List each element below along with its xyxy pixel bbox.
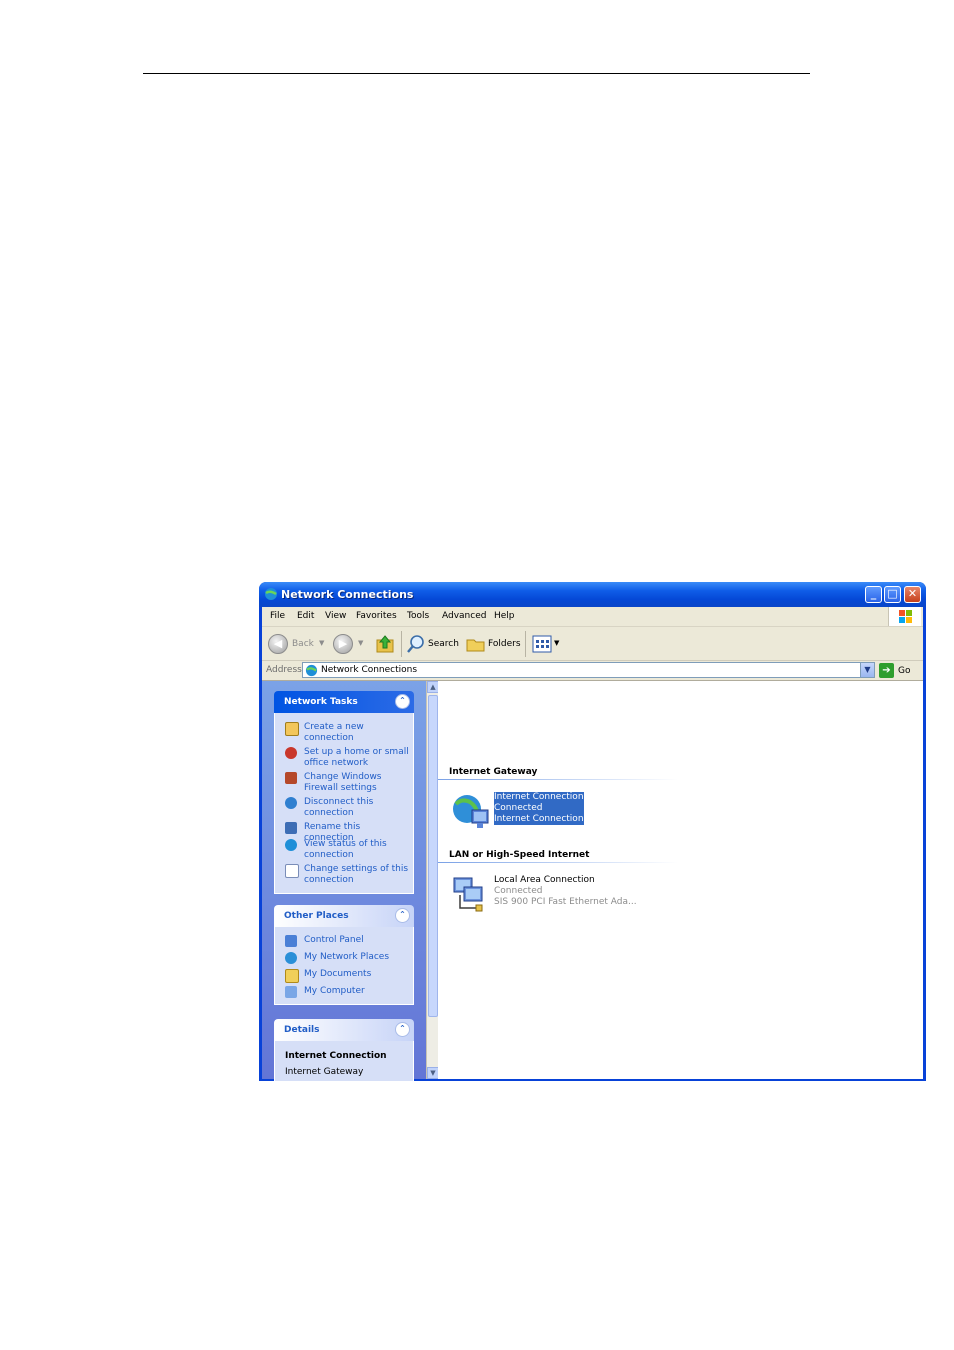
task-label: Disconnect this connection — [304, 797, 374, 818]
network-places-icon — [285, 952, 297, 964]
my-documents-icon — [285, 969, 299, 983]
network-connections-icon — [305, 664, 318, 677]
menu-favorites[interactable]: Favorites — [356, 611, 397, 621]
collapse-chevron-icon[interactable]: ⌃ — [395, 908, 410, 923]
control-panel-icon — [285, 935, 297, 947]
other-places-panel: Other Places ⌃ Control Panel My Network … — [274, 905, 414, 1005]
title-bar[interactable]: Network Connections _ □ ✕ — [259, 582, 926, 607]
place-label: My Computer — [304, 986, 365, 996]
connection-name: Internet Connection — [494, 792, 584, 803]
details-connection-type: Internet Gateway — [285, 1067, 364, 1077]
address-dropdown-icon[interactable]: ▼ — [860, 663, 874, 677]
content-area: Network Tasks ⌃ Create a new connection … — [262, 681, 923, 1081]
forward-arrow-icon[interactable]: ▶ — [333, 634, 353, 654]
connection-name: Local Area Connection — [494, 875, 595, 885]
menu-file[interactable]: File — [270, 611, 285, 621]
network-connections-icon — [265, 588, 277, 600]
toolbar-separator — [401, 631, 402, 657]
search-button[interactable]: Search — [428, 639, 459, 649]
folders-icon[interactable] — [466, 634, 486, 654]
other-places-body: Control Panel My Network Places My Docum… — [274, 927, 414, 1005]
toolbar: ◀ Back ▼ ▶ ▼ Search Folders ▼ — [262, 627, 923, 661]
window-title: Network Connections — [281, 588, 414, 601]
new-connection-icon — [285, 722, 299, 736]
lan-connection-icon — [453, 877, 483, 912]
task-pane: Network Tasks ⌃ Create a new connection … — [262, 681, 426, 1081]
go-arrow-icon[interactable]: ➔ — [879, 663, 894, 678]
internet-connection-text: Internet Connection Connected Internet C… — [494, 792, 584, 825]
task-label: Create a new connection — [304, 722, 364, 743]
rename-icon — [285, 822, 297, 834]
folders-button[interactable]: Folders — [488, 639, 521, 649]
back-arrow-icon[interactable]: ◀ — [268, 634, 288, 654]
go-button[interactable]: Go — [898, 666, 910, 676]
task-label: Change settings of this connection — [304, 864, 409, 885]
menu-bar: File Edit View Favorites Tools Advanced … — [262, 607, 923, 627]
network-tasks-header[interactable]: Network Tasks ⌃ — [274, 691, 414, 713]
menu-edit[interactable]: Edit — [297, 611, 314, 621]
menu-view[interactable]: View — [325, 611, 346, 621]
place-label: My Network Places — [304, 952, 390, 962]
other-places-header[interactable]: Other Places ⌃ — [274, 905, 414, 927]
maximize-button[interactable]: □ — [884, 586, 901, 603]
connection-device: SIS 900 PCI Fast Ethernet Ada... — [494, 897, 637, 907]
address-bar: Address Network Connections ▼ ➔ Go — [262, 661, 923, 681]
connections-list: Internet Gateway Internet Connection Con… — [438, 681, 923, 1079]
settings-icon — [285, 864, 299, 878]
up-folder-icon[interactable] — [375, 634, 395, 654]
network-tasks-panel: Network Tasks ⌃ Create a new connection … — [274, 691, 414, 894]
place-label: Control Panel — [304, 935, 364, 945]
collapse-chevron-icon[interactable]: ⌃ — [395, 1022, 410, 1037]
collapse-chevron-icon[interactable]: ⌃ — [395, 694, 410, 709]
internet-gateway-icon — [453, 795, 489, 828]
disconnect-icon — [285, 797, 297, 809]
task-label: View status of this connection — [304, 839, 387, 860]
network-tasks-body: Create a new connection Set up a home or… — [274, 713, 414, 894]
window-client: File Edit View Favorites Tools Advanced … — [262, 607, 923, 1081]
toolbar-separator — [525, 631, 526, 657]
group-divider — [438, 862, 678, 863]
group-divider — [438, 779, 678, 780]
home-network-icon — [285, 747, 297, 759]
address-input[interactable]: Network Connections ▼ — [302, 662, 875, 678]
address-value: Network Connections — [321, 665, 418, 675]
task-label: Change Windows Firewall settings — [304, 772, 382, 793]
network-connections-window: Network Connections _ □ ✕ File Edit View… — [259, 582, 926, 1081]
scroll-thumb[interactable] — [428, 695, 438, 1017]
connection-status: Connected — [494, 886, 543, 896]
views-dropdown-icon[interactable]: ▼ — [554, 639, 559, 647]
menu-tools[interactable]: Tools — [407, 611, 429, 621]
windows-flag-icon — [888, 607, 921, 626]
back-button[interactable]: Back — [292, 639, 314, 649]
details-panel: Details ⌃ Internet Connection Internet G… — [274, 1019, 414, 1081]
firewall-icon — [285, 772, 297, 784]
other-places-title: Other Places — [284, 911, 349, 921]
status-icon — [285, 839, 297, 851]
connection-device: Internet Connection — [494, 814, 584, 825]
menu-help[interactable]: Help — [494, 611, 515, 621]
page-top-rule — [143, 73, 810, 74]
details-body: Internet Connection Internet Gateway — [274, 1041, 414, 1081]
my-computer-icon — [285, 986, 297, 998]
details-title: Details — [284, 1025, 320, 1035]
close-button[interactable]: ✕ — [904, 586, 921, 603]
group-internet-gateway-title: Internet Gateway — [449, 767, 538, 777]
network-tasks-title: Network Tasks — [284, 697, 358, 707]
back-dropdown-icon[interactable]: ▼ — [319, 639, 324, 647]
task-label: Set up a home or small office network — [304, 747, 409, 768]
views-icon[interactable] — [532, 635, 552, 653]
menu-advanced[interactable]: Advanced — [442, 611, 486, 621]
connection-status: Connected — [494, 803, 584, 814]
forward-dropdown-icon[interactable]: ▼ — [358, 639, 363, 647]
place-label: My Documents — [304, 969, 372, 979]
local-area-connection-text: Local Area Connection Connected SIS 900 … — [494, 875, 637, 908]
search-icon[interactable] — [406, 634, 426, 654]
minimize-button[interactable]: _ — [865, 586, 882, 603]
address-label: Address — [266, 665, 302, 675]
details-connection-name: Internet Connection — [285, 1051, 387, 1061]
details-header[interactable]: Details ⌃ — [274, 1019, 414, 1041]
group-lan-title: LAN or High-Speed Internet — [449, 850, 590, 860]
